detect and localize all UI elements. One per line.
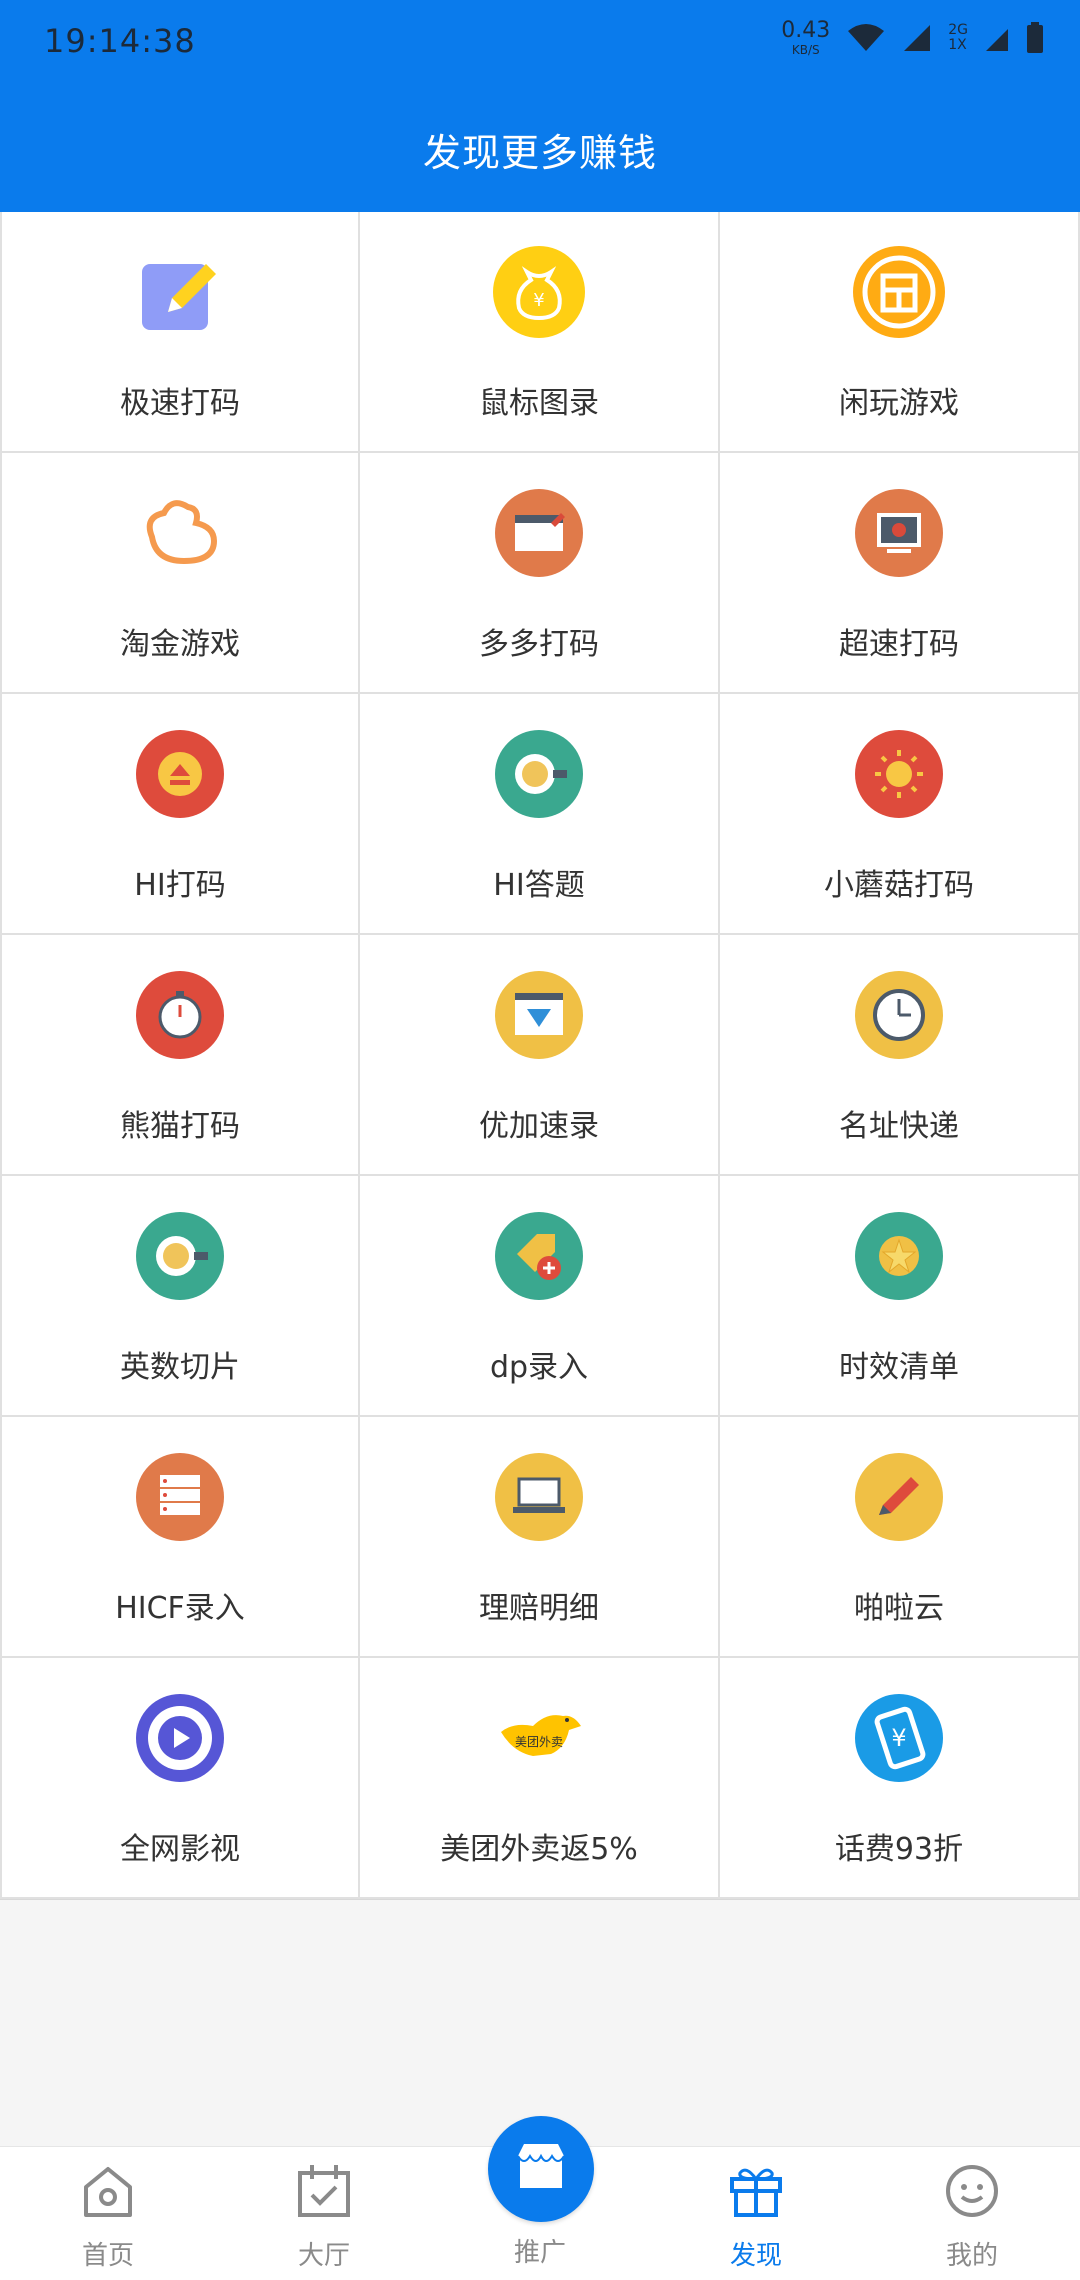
diamond-browser-icon (495, 971, 583, 1059)
svg-text:¥: ¥ (533, 290, 544, 311)
phone-yuan-icon: ¥ (855, 1694, 943, 1782)
nav-item-discover[interactable]: 发现 (696, 2161, 816, 2280)
app-grid: 极速打码 ¥ 鼠标图录 闲玩游戏 淘金游戏 多多打码 超速打码 HI打码 HI答… (0, 212, 1080, 1900)
app-tile[interactable]: 闲玩游戏 (720, 212, 1080, 453)
app-label: 超速打码 (839, 627, 959, 662)
promote-label: 推广 (513, 2238, 566, 2268)
network-speed: 0.43 KB/S (781, 18, 831, 57)
spreadsheet-edit-icon (495, 489, 583, 577)
svg-text:¥: ¥ (891, 1724, 906, 1752)
app-label: 淘金游戏 (120, 627, 240, 662)
nav-label: 首页 (81, 2241, 134, 2271)
app-label: 时效清单 (839, 1350, 959, 1385)
gold-ingot-icon (146, 500, 218, 565)
app-tile[interactable]: ¥ 鼠标图录 (360, 212, 720, 453)
star-badge-icon (855, 1212, 943, 1300)
app-tile[interactable]: HI答题 (360, 694, 720, 935)
app-tile[interactable]: 多多打码 (360, 453, 720, 694)
app-tile[interactable]: 全网影视 (0, 1658, 360, 1899)
app-label: 闲玩游戏 (839, 386, 959, 421)
status-icons: 0.43 KB/S 2G 1X (781, 20, 1044, 56)
app-tile[interactable]: 时效清单 (720, 1176, 1080, 1417)
coffee-cup-icon (136, 1212, 224, 1300)
nav-item-hall[interactable]: 大厅 (264, 2161, 384, 2280)
promote-button[interactable] (488, 2116, 594, 2222)
pencil-icon (855, 1453, 943, 1541)
laptop-icon (495, 1453, 583, 1541)
app-tile[interactable]: HI打码 (0, 694, 360, 935)
app-tile[interactable]: 啪啦云 (720, 1417, 1080, 1658)
app-label: 多多打码 (479, 627, 599, 662)
app-label: HI答题 (493, 868, 585, 903)
app-label: 名址快递 (839, 1109, 959, 1144)
app-label: 全网影视 (120, 1832, 240, 1867)
stopwatch-icon (136, 971, 224, 1059)
signal-icon-2 (986, 29, 1008, 51)
app-tile[interactable]: 名址快递 (720, 935, 1080, 1176)
app-tile[interactable]: ¥ 话费93折 (720, 1658, 1080, 1899)
meituan-logo-text: 美团外卖 (515, 1735, 563, 1749)
smiley-icon (946, 2165, 998, 2217)
xianwan-logo-icon (853, 246, 945, 338)
app-tile[interactable]: 小蘑菇打码 (720, 694, 1080, 935)
sun-icon (855, 730, 943, 818)
clock-icon (855, 971, 943, 1059)
app-tile[interactable]: 英数切片 (0, 1176, 360, 1417)
app-label: 熊猫打码 (120, 1109, 240, 1144)
play-button-icon (136, 1694, 224, 1782)
top-bar: 19:14:38 0.43 KB/S 2G 1X 发现更多赚钱 (0, 0, 1080, 212)
calendar-check-icon (298, 2165, 350, 2217)
app-label: 优加速录 (479, 1109, 599, 1144)
app-label: 鼠标图录 (479, 386, 599, 421)
nav-label: 发现 (729, 2241, 782, 2271)
app-label: 美团外卖返5% (440, 1832, 638, 1867)
app-label: 理赔明细 (479, 1591, 599, 1626)
app-tile[interactable]: 美团外卖 美团外卖返5% (360, 1658, 720, 1899)
app-label: dp录入 (489, 1350, 589, 1385)
app-label: HI打码 (134, 868, 226, 903)
app-label: 英数切片 (120, 1350, 240, 1385)
wifi-icon (848, 24, 885, 51)
video-monitor-icon (855, 489, 943, 577)
app-tile[interactable]: 淘金游戏 (0, 453, 360, 694)
app-tile[interactable]: HICF录入 (0, 1417, 360, 1658)
app-label: HICF录入 (115, 1591, 245, 1626)
notepad-pencil-icon (142, 264, 216, 330)
network-speed-value: 0.43 (781, 18, 831, 43)
app-tile[interactable]: 理赔明细 (360, 1417, 720, 1658)
status-time: 19:14:38 (44, 22, 196, 60)
sim-info: 2G 1X (948, 23, 968, 52)
tag-plus-icon (495, 1212, 583, 1300)
app-tile[interactable]: 极速打码 (0, 212, 360, 453)
coffee-cup-icon (495, 730, 583, 818)
store-icon (517, 2144, 565, 2188)
server-rack-icon (136, 1453, 224, 1541)
nav-label: 我的 (945, 2241, 998, 2271)
sim-type: 2G (948, 22, 968, 39)
meituan-kangaroo-icon: 美团外卖 (501, 1715, 581, 1756)
app-label: 啪啦云 (854, 1591, 944, 1626)
page-title: 发现更多赚钱 (422, 131, 657, 175)
app-tile[interactable]: 熊猫打码 (0, 935, 360, 1176)
home-icon (84, 2167, 132, 2217)
app-tile[interactable]: 超速打码 (720, 453, 1080, 694)
app-tile[interactable]: 优加速录 (360, 935, 720, 1176)
app-label: 话费93折 (834, 1832, 964, 1867)
money-bag-icon: ¥ (493, 246, 585, 338)
nav-item-home[interactable]: 首页 (48, 2161, 168, 2280)
battery-icon (1027, 22, 1043, 53)
sim-slot: 1X (948, 37, 967, 53)
signal-icon (904, 25, 931, 51)
nav-item-mine[interactable]: 我的 (912, 2161, 1032, 2280)
nav-label: 大厅 (297, 2241, 350, 2271)
app-label: 极速打码 (120, 386, 240, 421)
app-label: 小蘑菇打码 (824, 868, 974, 903)
app-tile[interactable]: dp录入 (360, 1176, 720, 1417)
gift-icon (730, 2168, 782, 2217)
network-speed-unit: KB/S (791, 43, 820, 57)
eject-icon (136, 730, 224, 818)
